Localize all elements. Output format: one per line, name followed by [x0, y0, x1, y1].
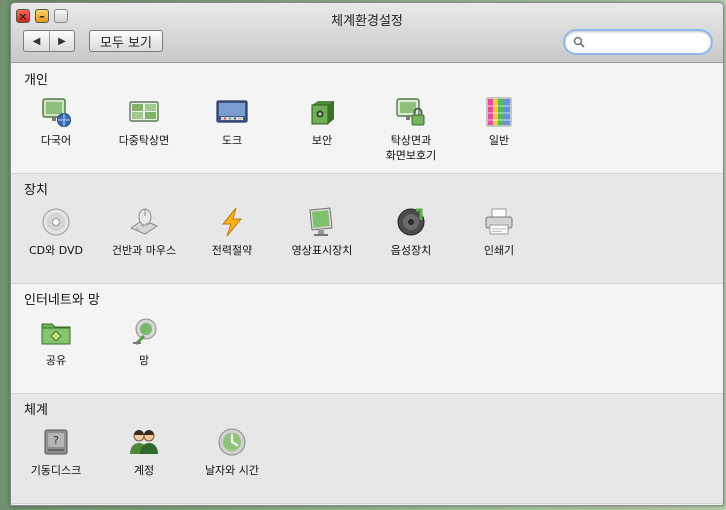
svg-text:?: ?	[53, 434, 59, 447]
pane-label: 다국어	[40, 134, 72, 147]
pane-label: 계정	[133, 464, 155, 477]
forward-button[interactable]: ▶	[49, 31, 74, 51]
window-title: 체계환경설정	[331, 14, 403, 29]
pane-label: 망	[138, 354, 150, 367]
pane-general[interactable]: 일반	[454, 96, 544, 148]
pane-label: 음성장치	[390, 244, 432, 257]
cd-dvd-icon	[42, 208, 70, 236]
general-icon	[486, 97, 512, 127]
date-time-icon	[218, 428, 246, 456]
pane-label: 기동디스크	[30, 464, 82, 477]
pane-printer[interactable]: 인쇄기	[454, 206, 544, 258]
pane-label: 건반과 마우스	[111, 244, 177, 257]
section-internet-network: 인터네트와 망 공유 망	[11, 284, 723, 394]
system-preferences-window: × – 체계환경설정 ◀ ▶ 모두 보기 개인 다국어 다중탁상면 도크 보안 …	[10, 2, 724, 506]
sharing-icon	[41, 323, 71, 345]
pane-label: CD와 DVD	[28, 244, 84, 257]
pane-label: 보안	[311, 134, 333, 147]
keyboard-mouse-icon	[129, 208, 159, 235]
section-hardware: 장치 CD와 DVD 건반과 마우스 전력절약 영상표시장치 음성장치 인쇄기	[11, 174, 723, 284]
pane-label: 영상표시장치	[291, 244, 353, 257]
pane-network[interactable]: 망	[99, 316, 189, 368]
pane-date-time[interactable]: 날자와 시간	[187, 426, 277, 478]
section-title: 장치	[24, 183, 48, 198]
language-icon	[42, 98, 71, 127]
pane-desktop-screensaver[interactable]: 탁상면과 화면보호기	[366, 96, 456, 163]
back-button[interactable]: ◀	[24, 31, 49, 51]
show-all-button[interactable]: 모두 보기	[89, 30, 163, 52]
display-icon	[309, 207, 333, 236]
pane-accounts[interactable]: 계정	[99, 426, 189, 478]
search-field[interactable]	[565, 31, 711, 53]
pane-dock[interactable]: 도크	[187, 96, 277, 148]
sound-icon	[397, 208, 425, 236]
pane-label: 탁상면과 화면보호기	[385, 134, 437, 162]
pane-keyboard-mouse[interactable]: 건반과 마우스	[99, 206, 189, 258]
pane-label: 전력절약	[211, 244, 253, 257]
pane-security[interactable]: 보안	[277, 96, 367, 148]
pane-sharing[interactable]: 공유	[11, 316, 101, 368]
energy-saver-icon	[221, 207, 243, 237]
pane-label: 일반	[488, 134, 510, 147]
spaces-icon	[129, 101, 159, 122]
section-title: 체계	[24, 403, 48, 418]
search-input[interactable]	[589, 33, 699, 51]
pane-label: 공유	[45, 354, 67, 367]
pane-label: 다중탁상면	[118, 134, 170, 147]
section-title: 인터네트와 망	[24, 293, 100, 308]
pane-language[interactable]: 다국어	[11, 96, 101, 148]
printer-icon	[485, 208, 513, 235]
pane-display[interactable]: 영상표시장치	[277, 206, 367, 258]
pane-label: 날자와 시간	[204, 464, 260, 477]
navigation-buttons: ◀ ▶	[23, 30, 75, 52]
section-system: 체계 ? 기동디스크 계정 날자와 시간	[11, 394, 723, 504]
pane-label: 인쇄기	[483, 244, 515, 257]
pane-startup-disk[interactable]: ? 기동디스크	[11, 426, 101, 478]
section-title: 개인	[24, 73, 48, 88]
pane-sound[interactable]: 음성장치	[366, 206, 456, 258]
desktop-screensaver-icon	[396, 98, 425, 126]
back-arrow-icon: ◀	[32, 35, 41, 47]
pane-energy-saver[interactable]: 전력절약	[187, 206, 277, 258]
pane-cd-dvd[interactable]: CD와 DVD	[11, 206, 101, 258]
pane-spaces[interactable]: 다중탁상면	[99, 96, 189, 148]
security-icon	[311, 101, 334, 125]
network-icon	[133, 318, 157, 346]
forward-arrow-icon: ▶	[58, 35, 66, 47]
search-icon	[573, 36, 585, 48]
section-personal: 개인 다국어 다중탁상면 도크 보안 탁상면과 화면보호기 일반	[11, 64, 723, 174]
startup-disk-icon: ?	[44, 429, 68, 455]
dock-icon	[216, 100, 248, 123]
accounts-icon	[130, 430, 158, 454]
pane-label: 도크	[221, 134, 243, 147]
toolbar: × – 체계환경설정 ◀ ▶ 모두 보기	[11, 3, 723, 63]
